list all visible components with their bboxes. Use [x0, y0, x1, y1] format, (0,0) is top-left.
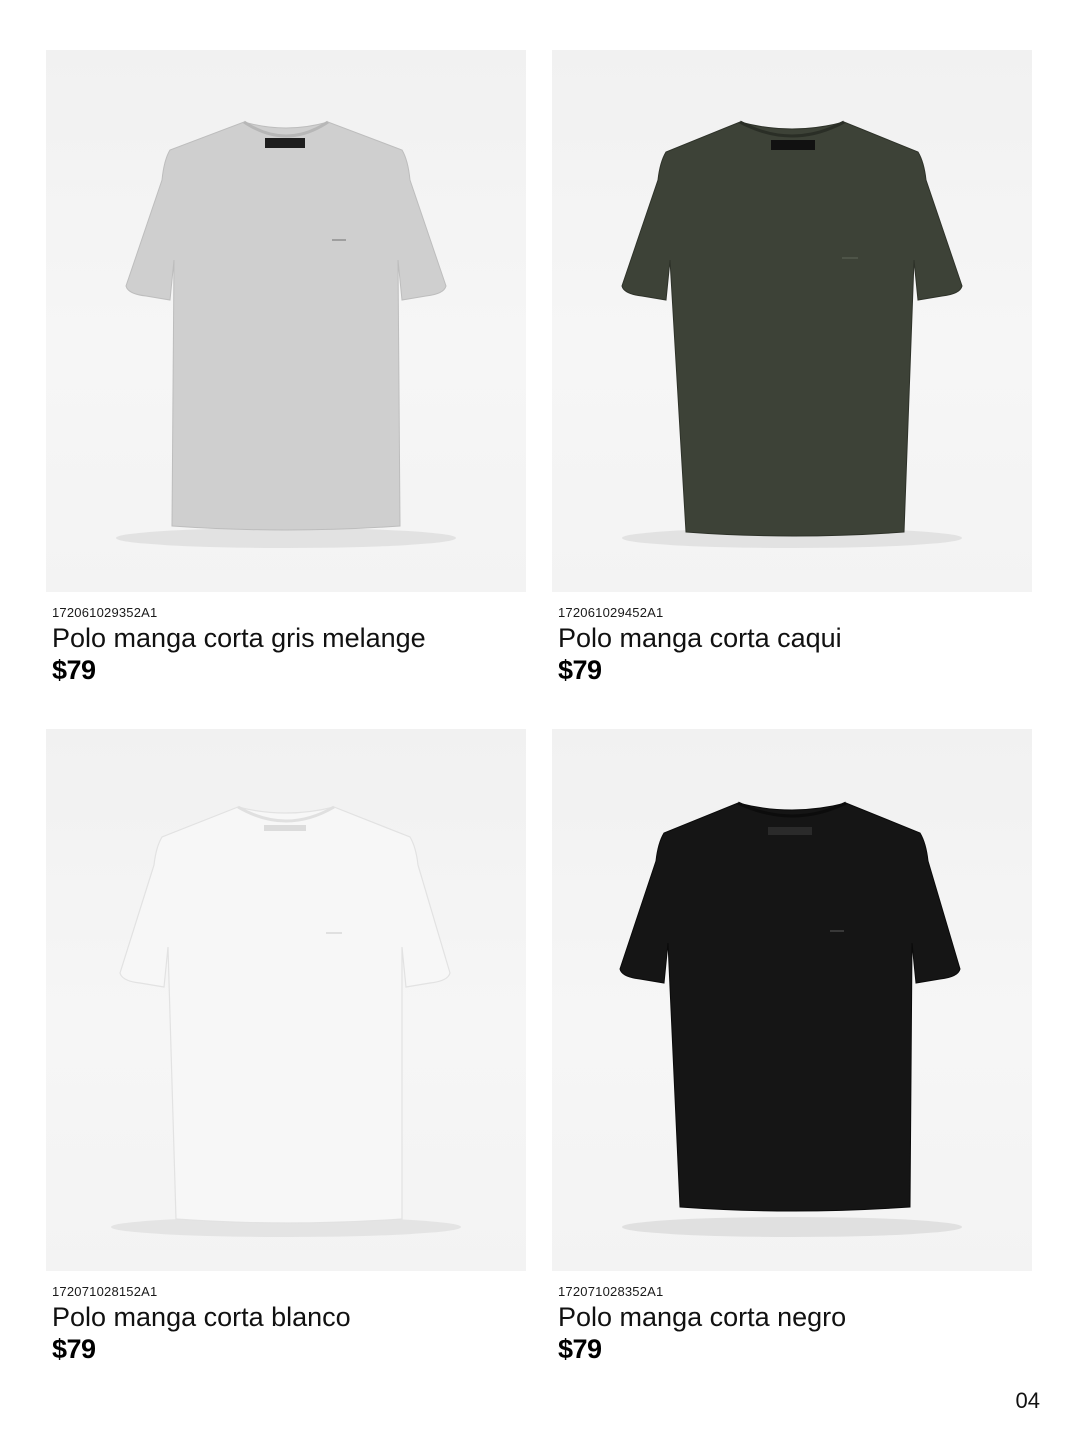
- product-name[interactable]: Polo manga corta gris melange: [52, 621, 526, 655]
- product-image[interactable]: [46, 729, 526, 1271]
- product-price: $79: [52, 655, 96, 685]
- product-name[interactable]: Polo manga corta negro: [558, 1300, 1032, 1334]
- tshirt-image-gris-melange: [116, 120, 456, 548]
- tshirt-image-negro: [619, 801, 962, 1237]
- product-card[interactable]: 172061029352A1 Polo manga corta gris mel…: [46, 50, 526, 685]
- product-card[interactable]: 172071028152A1 Polo manga corta blanco $…: [46, 729, 526, 1364]
- product-price: $79: [558, 1334, 602, 1364]
- page-number: 04: [1015, 1388, 1040, 1413]
- product-name[interactable]: Polo manga corta caqui: [558, 621, 1032, 655]
- product-price: $79: [558, 655, 602, 685]
- product-image[interactable]: [552, 729, 1032, 1271]
- product-price: $79: [52, 1334, 96, 1364]
- product-image[interactable]: [552, 50, 1032, 592]
- product-name[interactable]: Polo manga corta blanco: [52, 1300, 526, 1334]
- product-sku: 172071028352A1: [558, 1284, 664, 1299]
- product-card[interactable]: 172071028352A1 Polo manga corta negro $7…: [552, 729, 1032, 1364]
- product-card[interactable]: 172061029452A1 Polo manga corta caqui $7…: [552, 50, 1032, 685]
- tshirt-image-blanco: [111, 805, 461, 1237]
- product-sku: 172061029452A1: [558, 605, 664, 620]
- tshirt-image-caqui: [621, 120, 963, 548]
- catalog-page: 172061029352A1 Polo manga corta gris mel…: [0, 0, 1080, 1450]
- product-sku: 172071028152A1: [52, 1284, 158, 1299]
- product-image[interactable]: [46, 50, 526, 592]
- product-sku: 172061029352A1: [52, 605, 158, 620]
